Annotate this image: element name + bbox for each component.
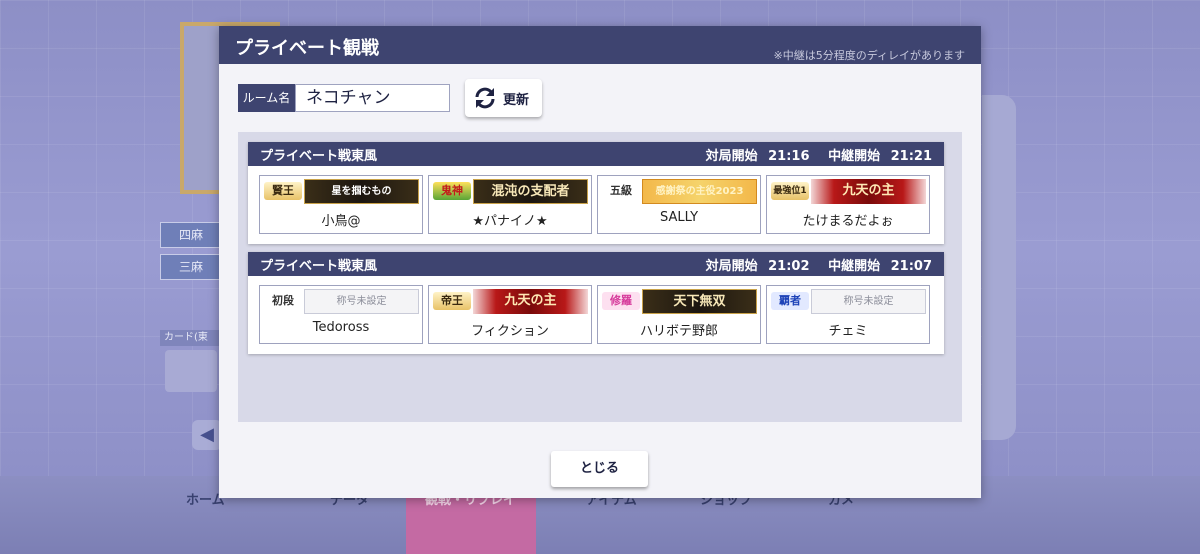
rank-badge: 修羅 — [602, 292, 640, 310]
refresh-icon — [475, 87, 495, 109]
title-plate: 混沌の支配者 — [473, 179, 588, 204]
match-times: 対局開始 21:16 中継開始 21:21 — [700, 145, 932, 164]
dialog-title: プライベート観戦 — [235, 38, 379, 59]
rank-badge: 覇者 — [771, 292, 809, 310]
rank-badge: 鬼神 — [433, 182, 471, 200]
player-name: ★パナイノ★ — [472, 214, 548, 229]
start-label: 対局開始 — [705, 258, 758, 274]
start-time: 21:16 — [768, 148, 810, 164]
room-name-label: ルーム名 — [238, 84, 295, 112]
player-row: 初段 称号未設定 Tedoross 帝王 九天の主 フィクション 修羅 天下無双… — [248, 276, 944, 344]
player-name: SALLY — [659, 210, 699, 225]
right-panel — [982, 95, 1016, 440]
private-spectate-dialog: プライベート観戦 ※中継は5分程度のディレイがあります ルーム名 ネコチャン 更… — [219, 26, 981, 498]
rank-badge: 帝王 — [433, 292, 471, 310]
rank-badge: 賢王 — [264, 182, 302, 200]
relay-label: 中継開始 — [828, 258, 881, 274]
delay-note: ※中継は5分程度のディレイがあります — [773, 49, 965, 62]
player-name: ハリボテ野郎 — [639, 324, 718, 339]
player-name: 小鳥@ — [321, 214, 361, 229]
close-button[interactable]: とじる — [551, 451, 648, 487]
match-times: 対局開始 21:02 中継開始 21:07 — [700, 255, 932, 274]
relay-time: 21:21 — [890, 148, 932, 164]
title-plate: 称号未設定 — [304, 289, 419, 314]
player-card: 賢王 星を掴むもの 小鳥@ — [259, 175, 423, 234]
player-row: 賢王 星を掴むもの 小鳥@ 鬼神 混沌の支配者 ★パナイノ★ 五級 感謝祭の主役… — [248, 166, 944, 234]
relay-time: 21:07 — [890, 258, 932, 274]
relay-label: 中継開始 — [828, 148, 881, 164]
match-header: プライベート戦東風 対局開始 21:02 中継開始 21:07 — [248, 252, 944, 276]
title-plate: 九天の主 — [473, 289, 588, 314]
refresh-label: 更新 — [503, 92, 530, 108]
player-card: 帝王 九天の主 フィクション — [428, 285, 592, 344]
start-label: 対局開始 — [705, 148, 758, 164]
title-plate: 九天の主 — [811, 179, 926, 204]
rank-badge: 初段 — [272, 294, 294, 307]
player-name: Tedoross — [312, 320, 370, 335]
match-card[interactable]: プライベート戦東風 対局開始 21:16 中継開始 21:21 賢王 星を掴むも… — [248, 142, 944, 244]
player-card: 覇者 称号未設定 チェミ — [766, 285, 930, 344]
player-card: 鬼神 混沌の支配者 ★パナイノ★ — [428, 175, 592, 234]
player-name: チェミ — [828, 324, 868, 339]
title-plate: 星を掴むもの — [304, 179, 419, 204]
mode-3p-tab: 三麻 — [160, 254, 222, 280]
match-name: プライベート戦東風 — [260, 258, 378, 274]
match-name: プライベート戦東風 — [260, 148, 378, 164]
match-header: プライベート戦東風 対局開始 21:16 中継開始 21:21 — [248, 142, 944, 166]
card-label: カード(東 — [160, 330, 222, 346]
back-arrow-icon: ◀ — [192, 420, 222, 450]
room-name-field[interactable]: ネコチャン — [295, 84, 450, 112]
player-name: フィクション — [471, 324, 549, 339]
match-card[interactable]: プライベート戦東風 対局開始 21:02 中継開始 21:07 初段 称号未設定… — [248, 252, 944, 354]
rank-badge: 五級 — [610, 184, 632, 197]
start-time: 21:02 — [768, 258, 810, 274]
refresh-button[interactable]: 更新 — [465, 79, 542, 117]
match-list: プライベート戦東風 対局開始 21:16 中継開始 21:21 賢王 星を掴むも… — [238, 132, 962, 422]
player-card: 修羅 天下無双 ハリボテ野郎 — [597, 285, 761, 344]
dialog-header: プライベート観戦 ※中継は5分程度のディレイがあります — [219, 26, 981, 64]
title-plate: 天下無双 — [642, 289, 757, 314]
player-name: たけまるだよぉ — [802, 214, 894, 229]
title-plate: 称号未設定 — [811, 289, 926, 314]
title-plate: 感謝祭の主役2023 — [642, 179, 757, 204]
card-thumbnail — [165, 350, 217, 392]
player-card: 五級 感謝祭の主役2023 SALLY — [597, 175, 761, 234]
mode-4p-tab: 四麻 — [160, 222, 222, 248]
player-card: 最強位1 九天の主 たけまるだよぉ — [766, 175, 930, 234]
rank-badge: 最強位1 — [771, 182, 809, 200]
player-card: 初段 称号未設定 Tedoross — [259, 285, 423, 344]
